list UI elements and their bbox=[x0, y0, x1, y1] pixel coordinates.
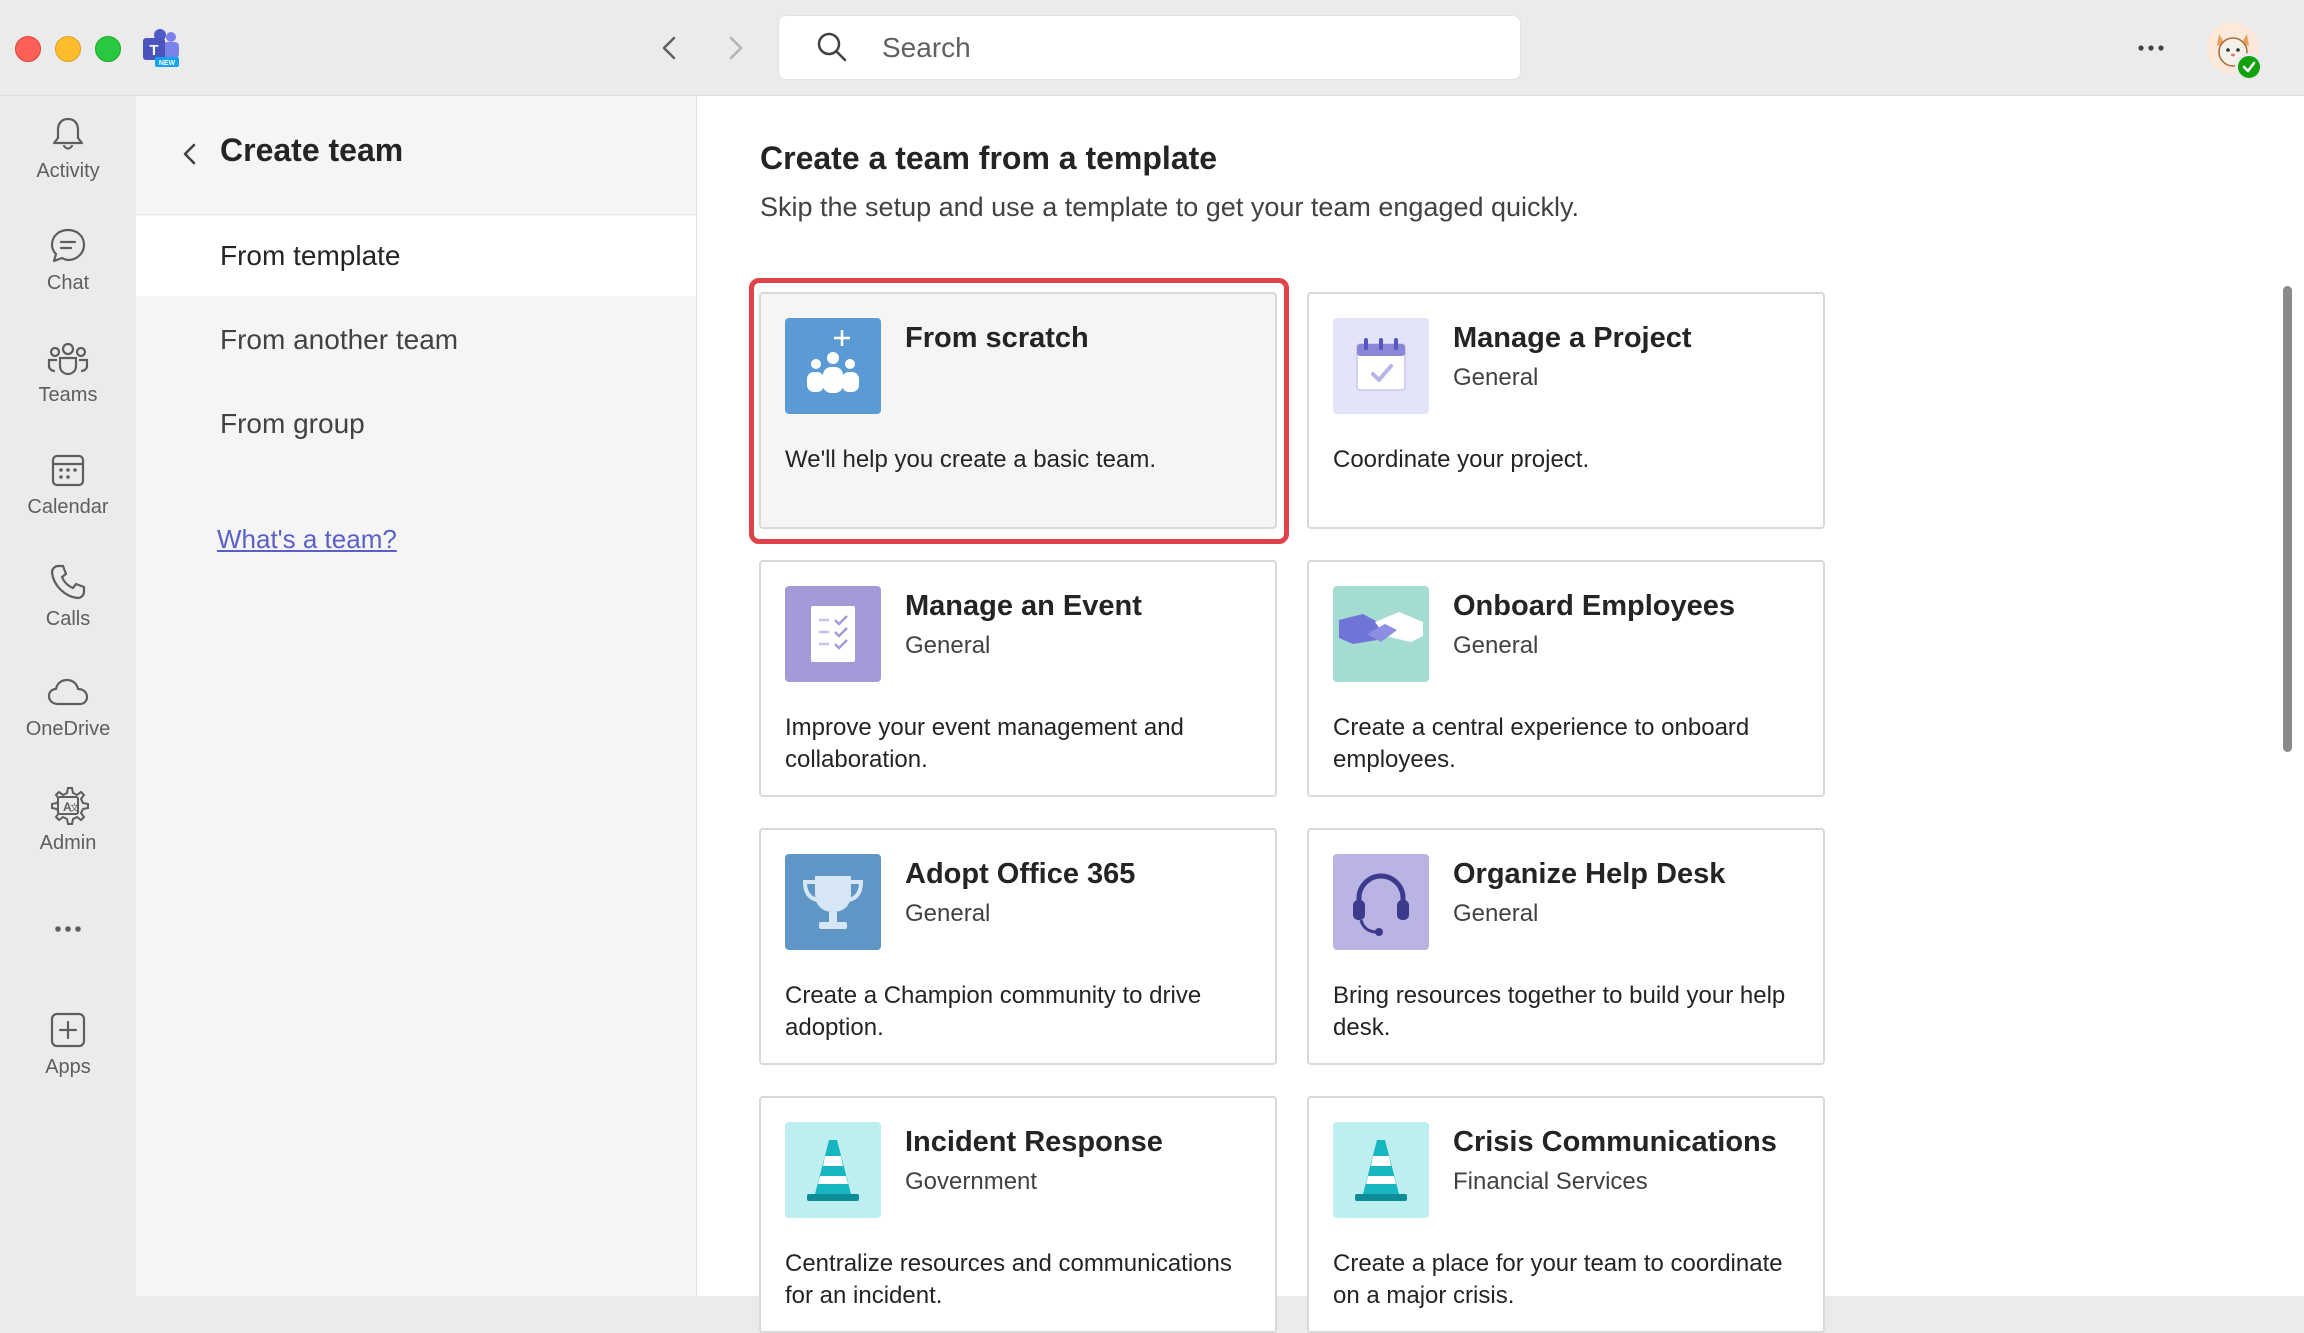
menu-item-from-template[interactable]: From template bbox=[136, 216, 696, 296]
teams-logo-icon: T NEW bbox=[143, 29, 179, 67]
template-name: Incident Response bbox=[905, 1126, 1163, 1158]
more-horizontal-icon bbox=[55, 926, 81, 932]
more-apps-button[interactable] bbox=[0, 914, 136, 954]
zoom-window-button[interactable] bbox=[95, 36, 121, 62]
rail-item-apps[interactable]: Apps bbox=[0, 1010, 136, 1110]
add-app-icon bbox=[50, 1012, 86, 1048]
rail-item-chat[interactable]: Chat bbox=[0, 226, 136, 326]
main-content: Create a team from a template Skip the s… bbox=[697, 96, 2304, 1333]
template-category: General bbox=[1453, 900, 1539, 927]
template-description: Create a central experience to onboard e… bbox=[1333, 714, 1750, 773]
template-name: Manage an Event bbox=[905, 590, 1142, 622]
template-description: Bring resources together to build your h… bbox=[1333, 982, 1786, 1041]
rail-item-activity[interactable]: Activity bbox=[0, 114, 136, 214]
phone-icon bbox=[50, 564, 86, 600]
search-icon bbox=[817, 32, 847, 62]
template-card-organize-help-desk[interactable]: Organize Help Desk General Bring resourc… bbox=[1307, 828, 1825, 1065]
people-add-icon bbox=[785, 318, 881, 414]
svg-text:T: T bbox=[149, 42, 158, 59]
template-name: Onboard Employees bbox=[1453, 590, 1736, 622]
rail-item-calls[interactable]: Calls bbox=[0, 562, 136, 662]
svg-text:文: 文 bbox=[70, 802, 79, 813]
back-chevron-icon[interactable] bbox=[176, 140, 204, 168]
rail-item-admin[interactable]: A 文 Admin bbox=[0, 784, 136, 884]
trophy-icon bbox=[785, 854, 881, 950]
rail-label: Activity bbox=[36, 160, 100, 182]
rail-label: OneDrive bbox=[25, 718, 111, 740]
template-card-crisis-communications[interactable]: Crisis Communications Financial Services… bbox=[1307, 1096, 1825, 1333]
template-name: From scratch bbox=[905, 322, 1089, 354]
presence-available-badge bbox=[2235, 53, 2263, 81]
forward-arrow-icon[interactable] bbox=[717, 30, 753, 66]
rail-label: Apps bbox=[45, 1056, 91, 1078]
traffic-cone-icon bbox=[1333, 1122, 1429, 1218]
template-card-incident-response[interactable]: Incident Response Government Centralize … bbox=[759, 1096, 1277, 1333]
minimize-window-button[interactable] bbox=[55, 36, 81, 62]
calendar-check-icon bbox=[1333, 318, 1429, 414]
rail-label: Chat bbox=[46, 272, 90, 294]
headset-icon bbox=[1333, 854, 1429, 950]
svg-text:NEW: NEW bbox=[159, 60, 176, 67]
rail-item-onedrive[interactable]: OneDrive bbox=[0, 672, 136, 772]
rail-label: Calendar bbox=[27, 496, 109, 518]
template-description: Centralize resources and communications … bbox=[785, 1250, 1232, 1309]
handshake-icon bbox=[1333, 586, 1429, 682]
page-title: Create a team from a template bbox=[760, 140, 1218, 176]
rail-label: Calls bbox=[45, 608, 91, 630]
template-card-manage-a-project[interactable]: Manage a Project General Coordinate your… bbox=[1307, 292, 1825, 529]
chat-icon bbox=[50, 228, 86, 263]
template-card-manage-an-event[interactable]: Manage an Event General Improve your eve… bbox=[759, 560, 1277, 797]
template-category: Financial Services bbox=[1453, 1168, 1648, 1195]
calendar-icon bbox=[51, 454, 85, 487]
close-window-button[interactable] bbox=[15, 36, 41, 62]
template-card-from-scratch[interactable]: From scratch We'll help you create a bas… bbox=[759, 292, 1277, 529]
whats-a-team-link[interactable]: What's a team? bbox=[217, 524, 397, 555]
create-team-pane: Create team From template From another t… bbox=[136, 96, 697, 1296]
app-rail: Activity Chat Teams Calendar Calls OneDr… bbox=[0, 96, 136, 1296]
template-description: Create a Champion community to drive ado… bbox=[785, 982, 1202, 1041]
menu-item-from-group[interactable]: From group bbox=[136, 384, 696, 464]
template-description: Create a place for your team to coordina… bbox=[1333, 1250, 1783, 1309]
bell-icon bbox=[52, 117, 84, 150]
template-card-onboard-employees[interactable]: Onboard Employees General Create a centr… bbox=[1307, 560, 1825, 797]
template-card-adopt-office-365[interactable]: Adopt Office 365 General Create a Champi… bbox=[759, 828, 1277, 1065]
search-input[interactable] bbox=[880, 24, 1484, 71]
template-category: General bbox=[905, 632, 991, 659]
template-name: Adopt Office 365 bbox=[905, 858, 1136, 890]
pane-title: Create team bbox=[220, 132, 404, 168]
back-arrow-icon[interactable] bbox=[652, 30, 688, 66]
rail-item-calendar[interactable]: Calendar bbox=[0, 450, 136, 550]
template-name: Crisis Communications bbox=[1453, 1126, 1777, 1158]
traffic-cone-icon bbox=[785, 1122, 881, 1218]
template-category: General bbox=[1453, 632, 1539, 659]
cloud-icon bbox=[47, 678, 89, 706]
page-subtitle: Skip the setup and use a template to get… bbox=[760, 192, 1580, 222]
search-box[interactable] bbox=[778, 15, 1521, 80]
more-options-icon[interactable] bbox=[2133, 30, 2169, 66]
template-name: Manage a Project bbox=[1453, 322, 1692, 354]
template-category: General bbox=[905, 900, 991, 927]
template-description: Coordinate your project. bbox=[1333, 446, 1590, 473]
template-description: Improve your event management and collab… bbox=[785, 714, 1184, 773]
checklist-icon bbox=[785, 586, 881, 682]
template-category: General bbox=[1453, 364, 1539, 391]
template-category: Government bbox=[905, 1168, 1038, 1195]
template-description: We'll help you create a basic team. bbox=[785, 446, 1156, 473]
rail-label: Teams bbox=[38, 384, 98, 406]
admin-icon: A 文 bbox=[51, 787, 89, 825]
teams-icon bbox=[47, 342, 89, 376]
divider bbox=[136, 214, 696, 215]
menu-item-from-another-team[interactable]: From another team bbox=[136, 300, 696, 380]
title-bar: T NEW bbox=[0, 0, 2304, 96]
vertical-scrollbar[interactable] bbox=[2283, 286, 2292, 752]
rail-item-teams[interactable]: Teams bbox=[0, 338, 136, 438]
template-name: Organize Help Desk bbox=[1453, 858, 1726, 890]
rail-label: Admin bbox=[39, 832, 97, 854]
